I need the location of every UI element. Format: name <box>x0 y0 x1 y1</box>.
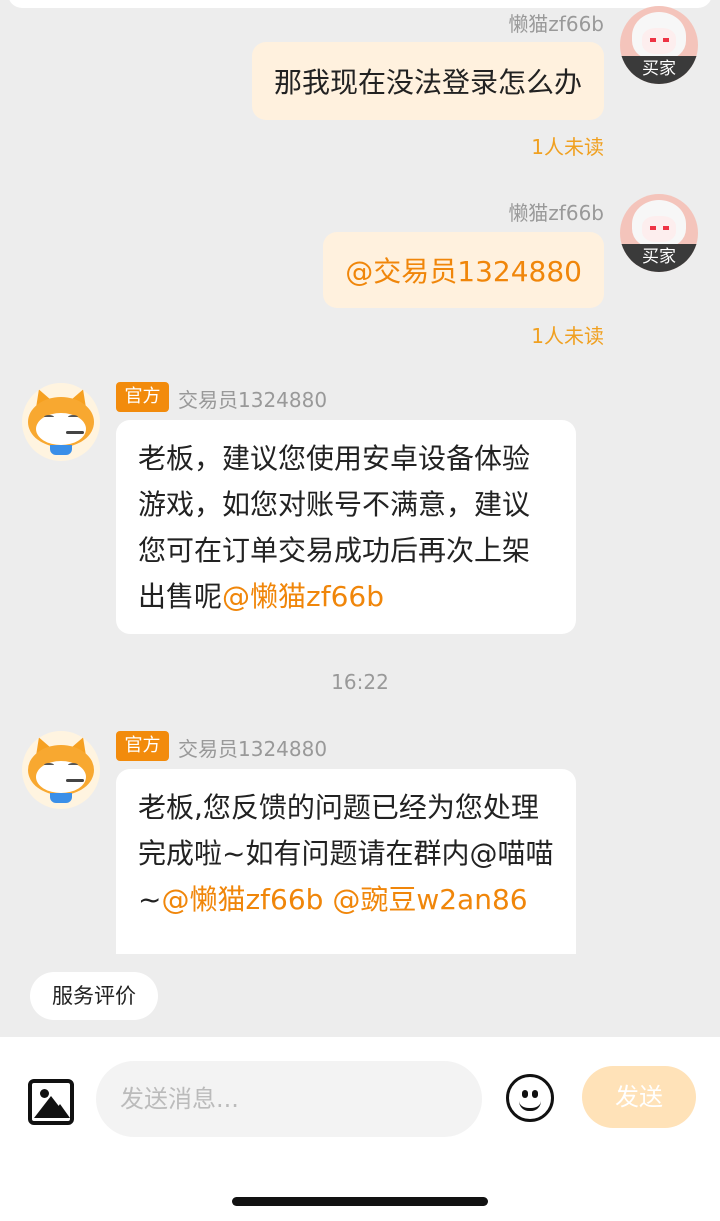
unread-status: 1人未读 <box>531 135 604 159</box>
message-text: 那我现在没法登录怎么办 <box>273 66 582 99</box>
mention-link[interactable]: @懒猫zf66b <box>222 580 384 613</box>
avatar[interactable]: 买家 <box>620 6 698 84</box>
agent-avatar[interactable] <box>22 383 100 461</box>
buyer-badge: 买家 <box>620 244 698 272</box>
home-indicator[interactable] <box>232 1197 488 1206</box>
mention-link[interactable]: @交易员1324880 <box>345 250 582 290</box>
message-bubble[interactable]: 老板,您反馈的问题已经为您处理完成啦~如有问题请在群内@喵喵~@懒猫zf66b … <box>116 769 576 954</box>
image-icon[interactable] <box>28 1079 74 1125</box>
sender-name: 懒猫zf66b <box>508 12 604 36</box>
mention-link[interactable]: @懒猫zf66b @豌豆w2an86 <box>161 883 527 916</box>
emoji-icon[interactable] <box>506 1074 554 1122</box>
sender-name: 交易员1324880 <box>178 388 328 412</box>
buyer-badge: 买家 <box>620 56 698 84</box>
message-bubble[interactable]: 老板，建议您使用安卓设备体验游戏，如您对账号不满意，建议您可在订单交易成功后再次… <box>116 420 576 634</box>
unread-status: 1人未读 <box>531 324 604 348</box>
message-input[interactable] <box>96 1061 482 1137</box>
send-button[interactable]: 发送 <box>582 1066 696 1128</box>
composer-bar: 发送 <box>0 1037 720 1221</box>
official-tag: 官方 <box>116 382 169 412</box>
timestamp: 16:22 <box>331 670 389 694</box>
service-review-button[interactable]: 服务评价 <box>30 972 158 1020</box>
sender-name: 交易员1324880 <box>178 737 328 761</box>
message-bubble[interactable]: 那我现在没法登录怎么办 <box>251 42 604 120</box>
official-tag: 官方 <box>116 731 169 761</box>
previous-card-edge <box>8 0 712 8</box>
sender-name: 懒猫zf66b <box>508 201 604 225</box>
avatar[interactable]: 买家 <box>620 194 698 272</box>
message-bubble[interactable]: @交易员1324880 <box>323 232 604 308</box>
agent-avatar[interactable] <box>22 731 100 809</box>
